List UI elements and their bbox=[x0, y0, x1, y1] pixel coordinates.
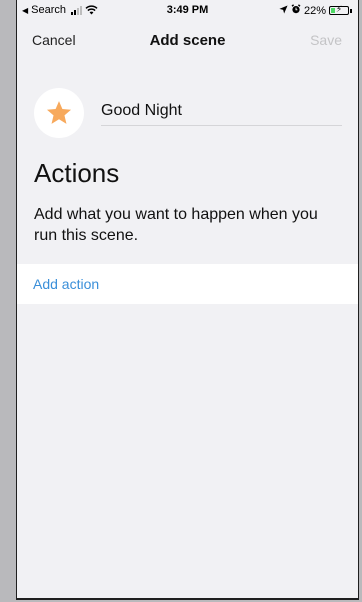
actions-heading: Actions bbox=[34, 158, 120, 188]
phone-screen: ◀ Search 3:49 PM 22% ⚡ Cancel Add scene … bbox=[16, 0, 359, 600]
actions-description: Add what you want to happen when you run… bbox=[34, 206, 318, 244]
battery-cap bbox=[350, 8, 352, 13]
charging-bolt-icon: ⚡ bbox=[335, 4, 343, 14]
navigation-bar: Cancel Add scene Save bbox=[17, 22, 358, 60]
battery-icon: ⚡ bbox=[329, 4, 349, 15]
scene-icon-button[interactable] bbox=[34, 88, 84, 138]
location-arrow-icon bbox=[279, 4, 288, 17]
status-bar: ◀ Search 3:49 PM 22% ⚡ bbox=[17, 0, 358, 22]
cancel-button[interactable]: Cancel bbox=[32, 32, 76, 48]
alarm-clock-icon bbox=[291, 4, 301, 17]
save-button[interactable]: Save bbox=[310, 32, 342, 48]
scene-name-underline bbox=[101, 125, 342, 126]
add-action-link[interactable]: Add action bbox=[33, 276, 99, 292]
star-icon bbox=[46, 101, 72, 124]
scene-name-field[interactable]: Good Night bbox=[101, 102, 182, 120]
status-indicators: 22% ⚡ bbox=[279, 4, 352, 17]
add-action-row[interactable]: Add action bbox=[17, 264, 358, 304]
battery-percent: 22% bbox=[303, 4, 326, 17]
